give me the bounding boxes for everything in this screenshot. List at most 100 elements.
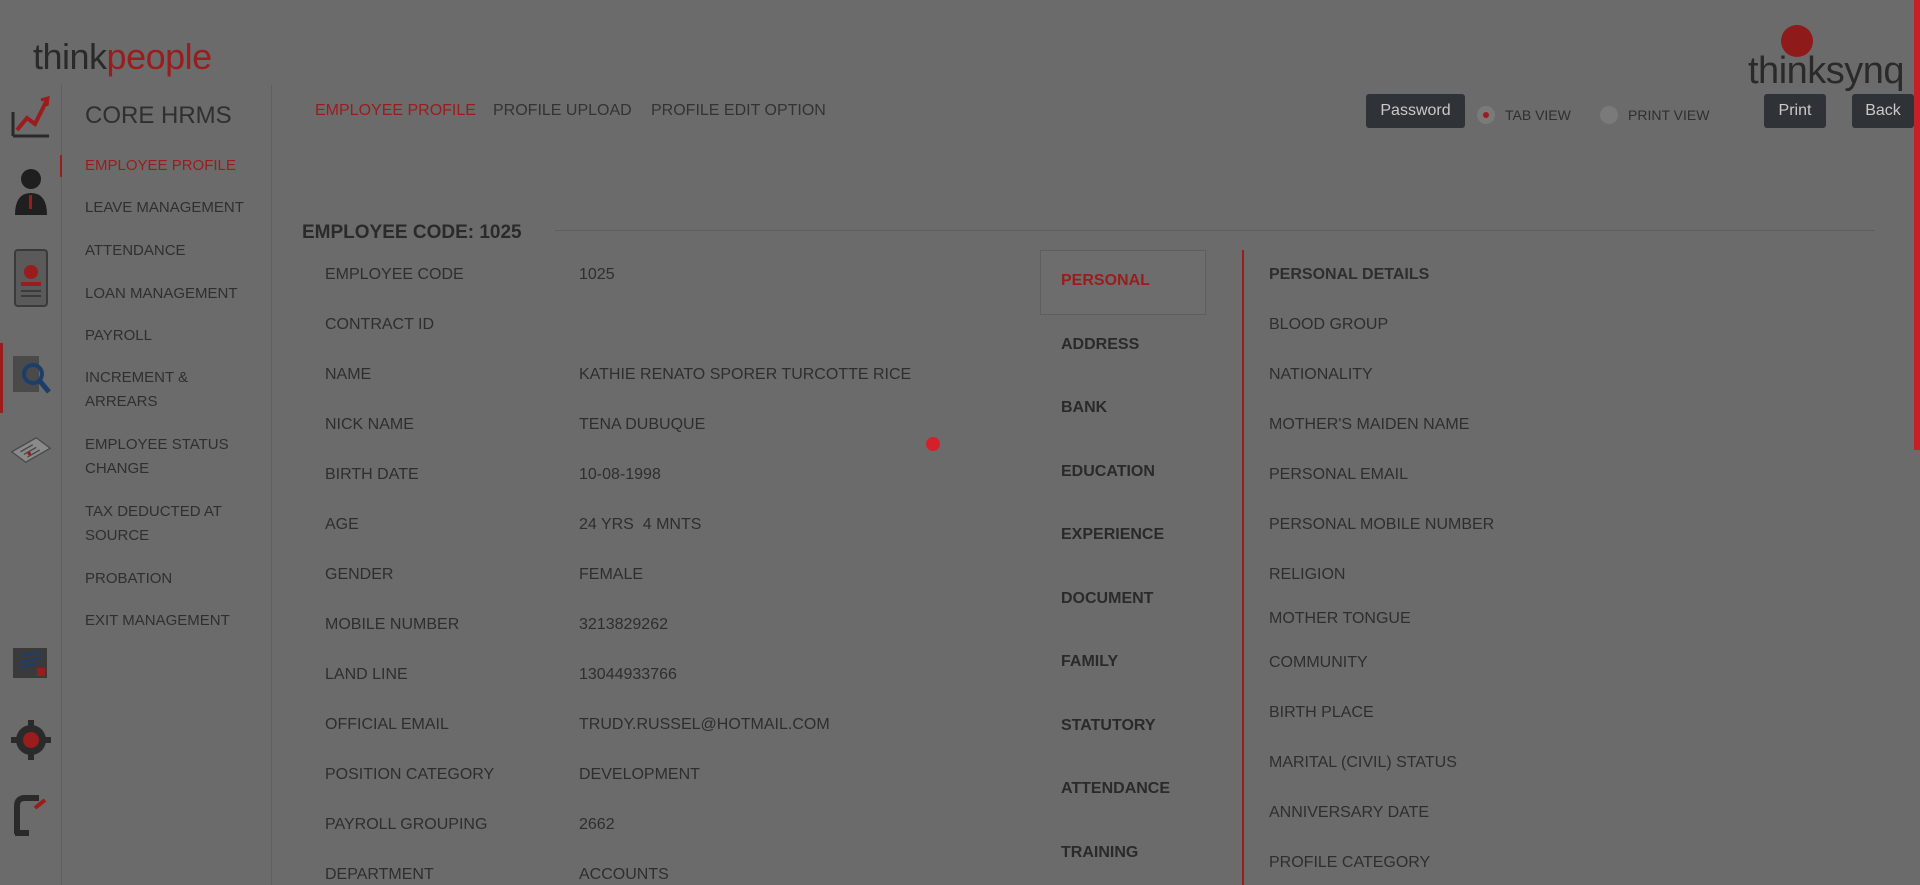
settings-gear-icon[interactable] (10, 715, 52, 765)
field-label: CONTRACT ID (325, 316, 435, 333)
field-value: 2662 (579, 816, 615, 833)
field-row: MOBILE NUMBER 3213829262 (325, 616, 1025, 640)
field-label: MOBILE NUMBER (325, 616, 460, 633)
field-value: FEMALE (579, 566, 644, 583)
detail-label: RELIGION (1269, 566, 1346, 583)
tab-education[interactable]: EDUCATION (1061, 463, 1155, 481)
field-value: TRUDY.RUSSEL@HOTMAIL.COM (579, 716, 830, 733)
tab-profile-upload[interactable]: PROFILE UPLOAD (493, 102, 632, 120)
sidebar-item-increment-arrears[interactable]: INCREMENT & ARREARS (85, 366, 205, 414)
field-label: PAYROLL GROUPING (325, 816, 488, 833)
field-label: AGE (325, 516, 359, 533)
tab-panel-divider (1242, 250, 1244, 885)
detail-label: COMMUNITY (1269, 654, 1368, 671)
pointer-indicator (926, 437, 940, 451)
tab-address[interactable]: ADDRESS (1061, 336, 1139, 354)
detail-label: PERSONAL EMAIL (1269, 466, 1409, 483)
field-row: NAME KATHIE RENATO SPORER TURCOTTE RICE (325, 366, 1025, 390)
detail-label: PERSONAL MOBILE NUMBER (1269, 516, 1495, 533)
detail-label: NATIONALITY (1269, 366, 1373, 383)
field-row: LAND LINE 13044933766 (325, 666, 1025, 690)
detail-label: ANNIVERSARY DATE (1269, 804, 1430, 821)
field-row: POSITION CATEGORY DEVELOPMENT (325, 766, 1025, 790)
detail-label: MARITAL (CIVIL) STATUS (1269, 754, 1457, 771)
sidebar-item-loan-management[interactable]: LOAN MANAGEMENT (85, 282, 255, 306)
detail-label: MOTHER'S MAIDEN NAME (1269, 416, 1470, 433)
module-title: CORE HRMS (85, 102, 232, 129)
field-value: 24 YRS 4 MNTS (579, 516, 702, 533)
field-value: KATHIE RENATO SPORER TURCOTTE RICE (579, 366, 912, 383)
field-value: 3213829262 (579, 616, 668, 633)
field-value: ACCOUNTS (579, 866, 669, 883)
tab-employee-profile[interactable]: EMPLOYEE PROFILE (315, 102, 476, 120)
detail-label: MOTHER TONGUE (1269, 610, 1411, 627)
thinkpeople-logo: thinkpeople (33, 36, 212, 78)
field-row: OFFICIAL EMAIL TRUDY.RUSSEL@HOTMAIL.COM (325, 716, 1025, 740)
field-row: CONTRACT ID (325, 316, 1025, 340)
sidebar-item-leave-management[interactable]: LEAVE MANAGEMENT (85, 196, 255, 220)
dashboard-chart-icon[interactable] (10, 90, 52, 140)
module-sidebar: CORE HRMS EMPLOYEE PROFILE LEAVE MANAGEM… (60, 85, 272, 885)
field-row: EMPLOYEE CODE 1025 (325, 266, 1025, 290)
field-row: PAYROLL GROUPING 2662 (325, 816, 1025, 840)
tab-attendance[interactable]: ATTENDANCE (1061, 780, 1170, 798)
sidebar-item-exit-management[interactable]: EXIT MANAGEMENT (85, 609, 255, 633)
tab-profile-edit-option[interactable]: PROFILE EDIT OPTION (651, 102, 826, 120)
field-row: AGE 24 YRS 4 MNTS (325, 516, 1025, 540)
field-value: TENA DUBUQUE (579, 416, 706, 433)
field-row: GENDER FEMALE (325, 566, 1025, 590)
radio-unselected-icon[interactable] (1600, 106, 1618, 124)
app-icon-rail (0, 85, 62, 885)
magnifier-icon[interactable] (10, 350, 52, 400)
person-icon[interactable] (10, 165, 52, 215)
field-label: GENDER (325, 566, 394, 583)
personal-details-heading: PERSONAL DETAILS (1269, 266, 1430, 283)
sidebar-item-probation[interactable]: PROBATION (85, 567, 255, 591)
notes-icon[interactable] (10, 638, 52, 688)
tab-bank[interactable]: BANK (1061, 399, 1107, 417)
field-label: POSITION CATEGORY (325, 766, 495, 783)
tab-document[interactable]: DOCUMENT (1061, 590, 1153, 608)
sidebar-item-attendance[interactable]: ATTENDANCE (85, 239, 255, 263)
sidebar-item-employee-profile[interactable]: EMPLOYEE PROFILE (85, 154, 255, 178)
detail-label: BLOOD GROUP (1269, 316, 1389, 333)
id-card-icon[interactable] (10, 249, 52, 307)
radio-selected-icon[interactable] (1477, 106, 1495, 124)
heading-divider (555, 230, 1875, 231)
document-icon[interactable] (10, 425, 52, 475)
field-value: 10-08-1998 (579, 466, 661, 483)
print-button[interactable]: Print (1764, 94, 1826, 128)
field-label: NAME (325, 366, 372, 383)
tab-experience[interactable]: EXPERIENCE (1061, 526, 1164, 544)
field-label: OFFICIAL EMAIL (325, 716, 449, 733)
print-view-label: PRINT VIEW (1628, 107, 1710, 123)
tab-personal[interactable]: PERSONAL (1061, 272, 1150, 290)
field-label: NICK NAME (325, 416, 414, 433)
tab-training[interactable]: TRAINING (1061, 844, 1138, 862)
field-row: DEPARTMENT ACCOUNTS (325, 866, 1025, 885)
scrollbar-accent[interactable] (1914, 0, 1920, 450)
back-button[interactable]: Back (1852, 94, 1914, 128)
tab-view-radio[interactable]: TAB VIEW (1477, 106, 1571, 124)
field-label: BIRTH DATE (325, 466, 419, 483)
logout-icon[interactable] (10, 790, 52, 840)
logo-people-text: people (106, 36, 213, 77)
employee-code-heading: EMPLOYEE CODE: 1025 (302, 222, 522, 243)
field-label: EMPLOYEE CODE (325, 266, 464, 283)
sidebar-item-tax-deducted[interactable]: TAX DEDUCTED AT SOURCE (85, 500, 235, 548)
tab-statutory[interactable]: STATUTORY (1061, 717, 1156, 735)
logo-think-text: think (33, 36, 107, 77)
tab-family[interactable]: FAMILY (1061, 653, 1118, 671)
detail-label: BIRTH PLACE (1269, 704, 1374, 721)
field-row: NICK NAME TENA DUBUQUE (325, 416, 1025, 440)
password-button[interactable]: Password (1366, 94, 1465, 128)
tab-view-label: TAB VIEW (1505, 107, 1571, 123)
field-label: LAND LINE (325, 666, 408, 683)
sidebar-item-employee-status-change[interactable]: EMPLOYEE STATUS CHANGE (85, 433, 235, 481)
sidebar-item-payroll[interactable]: PAYROLL (85, 324, 255, 348)
print-view-radio[interactable]: PRINT VIEW (1600, 106, 1709, 124)
rail-active-indicator (0, 343, 3, 413)
module-active-indicator (60, 155, 62, 177)
thinksynq-logo: thinksynq (1748, 50, 1905, 92)
field-value: 13044933766 (579, 666, 677, 683)
